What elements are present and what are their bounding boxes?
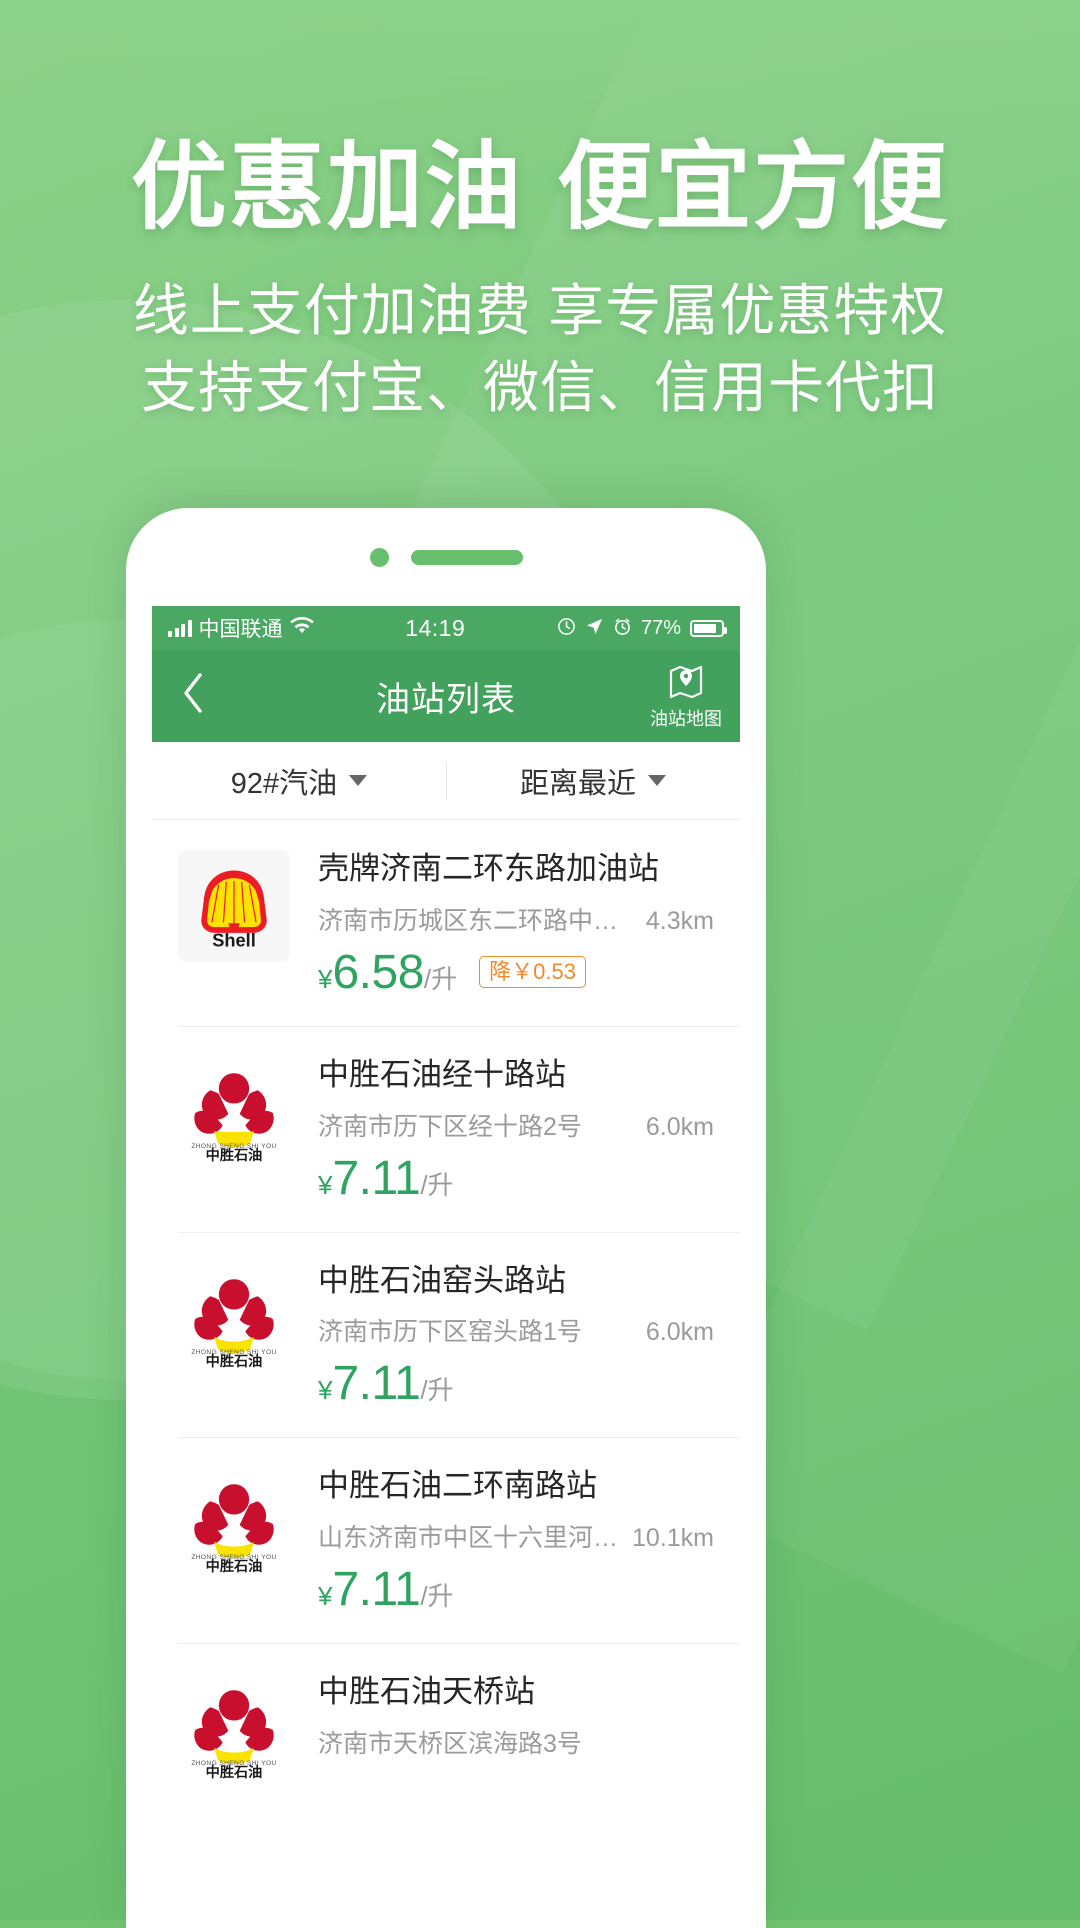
- price-unit: /升: [420, 1581, 454, 1611]
- station-price-line: ¥7.11/升: [318, 1356, 714, 1411]
- sort-filter[interactable]: 距离最近: [446, 760, 740, 802]
- price-unit: /升: [423, 963, 458, 994]
- station-list-item[interactable]: Shell 壳牌济南二环东路加油站 济南市历城区东二环路中段2183号 4.3k…: [152, 820, 740, 1026]
- station-name: 壳牌济南二环东路加油站: [318, 851, 659, 886]
- status-bar-left: 中国联通: [168, 613, 314, 643]
- station-name: 中胜石油天桥站: [318, 1674, 535, 1709]
- zhongsheng-petroleum-logo-icon: ZHONG SHENG SHI YOU 中胜石油: [191, 1278, 276, 1370]
- price-currency: ¥: [318, 1375, 333, 1406]
- brand-logo: ZHONG SHENG SHI YOU 中胜石油: [178, 1262, 290, 1374]
- station-list-item[interactable]: ZHONG SHENG SHI YOU 中胜石油 中胜石油天桥站 济南市天桥区滨…: [152, 1643, 740, 1811]
- station-distance: 6.0km: [645, 1318, 714, 1347]
- station-price: 7.11: [332, 1563, 421, 1616]
- station-address: 济南市天桥区滨海路3号: [318, 1729, 582, 1758]
- svg-text:中胜石油: 中胜石油: [206, 1558, 263, 1575]
- station-info: 中胜石油二环南路站 山东济南市中区十六里河镇兴隆一... 10.1km ¥7.1…: [318, 1467, 714, 1617]
- station-name: 中胜石油窑头路站: [318, 1262, 566, 1298]
- station-list-item[interactable]: ZHONG SHENG SHI YOU 中胜石油 中胜石油二环南路站 山东济南市…: [152, 1437, 740, 1643]
- chevron-down-icon: [349, 775, 368, 786]
- hero-title-part-1: 优惠加油: [131, 134, 523, 241]
- price-unit: /升: [420, 1169, 454, 1200]
- station-price: 7.11: [332, 1151, 421, 1205]
- station-info: 壳牌济南二环东路加油站 济南市历城区东二环路中段2183号 4.3km ¥6.5…: [318, 850, 714, 1000]
- battery-percent-label: 77%: [640, 616, 681, 639]
- svg-text:中胜石油: 中胜石油: [206, 1147, 263, 1164]
- discount-badge: 降￥0.53: [479, 956, 586, 989]
- status-bar: 中国联通 14:19 77%: [152, 606, 740, 650]
- station-address: 山东济南市中区十六里河镇兴隆一...: [318, 1524, 619, 1552]
- status-bar-clock: 14:19: [405, 614, 466, 641]
- price-currency: ¥: [318, 963, 333, 994]
- station-distance: 6.0km: [645, 1112, 714, 1141]
- station-map-button[interactable]: 油站地图: [650, 662, 722, 731]
- phone-mockup: 中国联通 14:19 77% 油站列表 油站地图 92#汽油 距离最近 Shel…: [126, 508, 766, 1928]
- fuel-type-filter[interactable]: 92#汽油: [152, 760, 446, 802]
- hero-section: 优惠加油 便宜方便 线上支付加油费 享专属优惠特权 支持支付宝、微信、信用卡代扣: [0, 0, 1080, 424]
- svg-text:中胜石油: 中胜石油: [206, 1764, 263, 1781]
- hero-subtitle: 线上支付加油费 享专属优惠特权 支持支付宝、微信、信用卡代扣: [0, 275, 1080, 425]
- station-meta: 济南市历城区东二环路中段2183号 4.3km: [318, 901, 714, 937]
- price-currency: ¥: [318, 1169, 333, 1200]
- station-name: 中胜石油经十路站: [318, 1056, 566, 1092]
- station-name: 中胜石油二环南路站: [318, 1468, 597, 1504]
- zhongsheng-petroleum-logo-icon: ZHONG SHENG SHI YOU 中胜石油: [191, 1484, 276, 1575]
- hero-subtitle-line-1: 线上支付加油费 享专属优惠特权: [132, 278, 948, 342]
- station-address: 济南市历城区东二环路中段2183号: [318, 906, 632, 935]
- sort-filter-label: 距离最近: [519, 767, 636, 800]
- station-meta: 山东济南市中区十六里河镇兴隆一... 10.1km: [318, 1518, 714, 1554]
- station-info: 中胜石油天桥站 济南市天桥区滨海路3号: [318, 1673, 714, 1785]
- station-meta: 济南市历下区窑头路1号 6.0km: [318, 1312, 714, 1348]
- station-map-label: 油站地图: [650, 708, 722, 729]
- station-price: 6.58: [332, 945, 424, 999]
- hero-subtitle-line-2: 支持支付宝、微信、信用卡代扣: [141, 355, 939, 419]
- map-pin-icon: [669, 665, 703, 698]
- station-info: 中胜石油窑头路站 济南市历下区窑头路1号 6.0km ¥7.11/升: [318, 1262, 714, 1412]
- price-currency: ¥: [318, 1581, 333, 1611]
- chevron-down-icon: [648, 775, 666, 786]
- carrier-label: 中国联通: [198, 618, 283, 641]
- svg-text:中胜石油: 中胜石油: [206, 1353, 263, 1370]
- shell-logo-icon: Shell: [201, 870, 267, 950]
- location-arrow-icon: [585, 617, 604, 640]
- alarm-ring-icon: [557, 617, 576, 640]
- station-list-item[interactable]: ZHONG SHENG SHI YOU 中胜石油 中胜石油经十路站 济南市历下区…: [152, 1025, 740, 1232]
- brand-logo: ZHONG SHENG SHI YOU 中胜石油: [178, 1673, 290, 1785]
- filter-bar: 92#汽油 距离最近: [152, 742, 740, 820]
- station-meta: 济南市天桥区滨海路3号: [318, 1724, 714, 1760]
- brand-logo: ZHONG SHENG SHI YOU 中胜石油: [178, 1056, 290, 1168]
- status-bar-right: 77%: [557, 616, 727, 640]
- station-price: 7.11: [332, 1357, 421, 1411]
- alarm-clock-icon: [613, 617, 632, 640]
- fuel-type-filter-label: 92#汽油: [230, 767, 338, 800]
- brand-logo: ZHONG SHENG SHI YOU 中胜石油: [178, 1467, 290, 1579]
- station-info: 中胜石油经十路站 济南市历下区经十路2号 6.0km ¥7.11/升: [318, 1056, 714, 1206]
- front-camera-icon: [369, 547, 389, 567]
- zhongsheng-petroleum-logo-icon: ZHONG SHENG SHI YOU 中胜石油: [191, 1690, 276, 1781]
- station-price-line: ¥7.11/升: [318, 1562, 714, 1617]
- station-price-line: ¥6.58/升 降￥0.53: [318, 945, 714, 1000]
- station-distance: 4.3km: [645, 906, 714, 935]
- wifi-icon: [289, 617, 314, 639]
- station-address: 济南市历下区经十路2号: [318, 1112, 582, 1141]
- app-nav-bar: 油站列表 油站地图: [152, 650, 740, 742]
- phone-top-bezel: [126, 508, 766, 606]
- station-list: Shell 壳牌济南二环东路加油站 济南市历城区东二环路中段2183号 4.3k…: [152, 820, 740, 1811]
- hero-title-part-2: 便宜方便: [557, 134, 949, 241]
- station-price-line: ¥7.11/升: [318, 1151, 714, 1206]
- signal-bars-icon: [168, 619, 192, 637]
- station-distance: 10.1km: [632, 1524, 714, 1552]
- hero-title: 优惠加油 便宜方便: [0, 137, 1080, 239]
- brand-logo: Shell: [178, 850, 290, 962]
- station-list-item[interactable]: ZHONG SHENG SHI YOU 中胜石油 中胜石油窑头路站 济南市历下区…: [152, 1231, 740, 1438]
- station-address: 济南市历下区窑头路1号: [318, 1318, 582, 1347]
- phone-screen: 中国联通 14:19 77% 油站列表 油站地图 92#汽油 距离最近 Shel…: [152, 606, 740, 1928]
- station-meta: 济南市历下区经十路2号 6.0km: [318, 1107, 714, 1143]
- svg-text:Shell: Shell: [212, 929, 256, 950]
- zhongsheng-petroleum-logo-icon: ZHONG SHENG SHI YOU 中胜石油: [191, 1072, 276, 1164]
- price-unit: /升: [420, 1375, 454, 1406]
- earpiece-speaker: [410, 549, 523, 565]
- battery-icon: [690, 619, 727, 637]
